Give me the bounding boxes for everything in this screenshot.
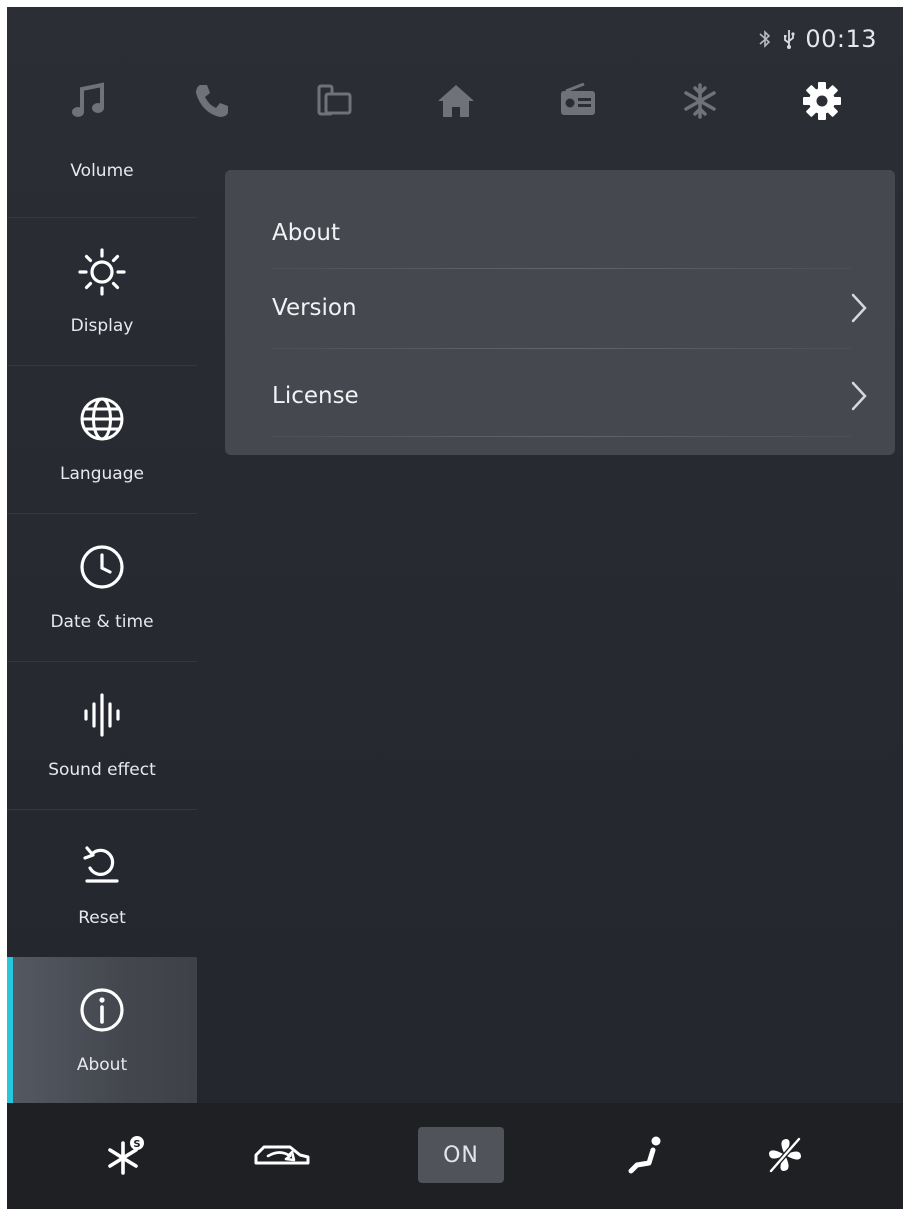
version-label: Version (272, 295, 357, 321)
sidebar-item-label: Volume (70, 161, 134, 181)
sound-wave-icon (84, 693, 120, 737)
settings-sidebar: Volume Display Language Date & time Soun… (7, 139, 197, 1103)
ac-button[interactable]: S (97, 1125, 157, 1185)
sidebar-item-about[interactable]: About (7, 957, 197, 1103)
nav-screen-mirror[interactable] (304, 71, 364, 131)
top-navigation (7, 71, 903, 131)
sidebar-item-label: Sound effect (48, 760, 156, 780)
gear-icon (803, 82, 841, 120)
svg-text:S: S (133, 1139, 140, 1150)
sidebar-item-sound-effect[interactable]: Sound effect (7, 662, 197, 808)
reset-icon (83, 846, 119, 883)
bluetooth-icon (759, 30, 771, 48)
seat-heat-icon (628, 1136, 661, 1174)
chevron-right-icon (851, 381, 867, 411)
chevron-right-icon (851, 293, 867, 323)
home-icon (438, 85, 474, 117)
license-label: License (272, 383, 359, 409)
radio-icon (561, 82, 595, 115)
sidebar-item-label: Reset (78, 908, 126, 928)
snowflake-icon (684, 83, 716, 119)
nav-radio[interactable] (548, 71, 608, 131)
climate-on-button[interactable]: ON (418, 1127, 504, 1183)
version-row[interactable]: Version (225, 268, 895, 348)
sidebar-item-label: Language (60, 464, 144, 484)
sidebar-item-label: Date & time (50, 612, 154, 632)
fan-off-icon (769, 1137, 801, 1173)
car-recirculation-icon (254, 1145, 310, 1165)
nav-music[interactable] (60, 71, 120, 131)
screen-mirror-icon (317, 84, 352, 116)
status-bar: 00:13 (757, 25, 877, 53)
nav-home[interactable] (426, 71, 486, 131)
sun-icon (78, 248, 126, 296)
divider (272, 436, 852, 437)
phone-icon (196, 85, 228, 117)
nav-phone[interactable] (182, 71, 242, 131)
seat-heat-button[interactable] (615, 1125, 675, 1185)
license-row[interactable]: License (225, 356, 895, 436)
sidebar-item-language[interactable]: Language (7, 366, 197, 512)
nav-settings[interactable] (792, 71, 852, 131)
music-note-icon (72, 82, 104, 117)
about-panel: About Version License (225, 170, 895, 455)
sidebar-item-date-time[interactable]: Date & time (7, 514, 197, 660)
clock-icon (80, 545, 124, 589)
sidebar-item-display[interactable]: Display (7, 218, 197, 364)
sidebar-item-label: About (76, 1055, 128, 1075)
usb-icon (784, 30, 795, 49)
globe-icon (80, 397, 124, 441)
ac-snowflake-icon: S (108, 1136, 144, 1175)
sidebar-item-volume[interactable]: Volume (7, 139, 197, 217)
page-title: About (272, 220, 341, 246)
nav-climate[interactable] (670, 71, 730, 131)
divider (272, 348, 852, 349)
fan-off-button[interactable] (755, 1125, 815, 1185)
info-icon (80, 988, 124, 1032)
sidebar-item-label: Display (70, 316, 134, 336)
sidebar-item-reset[interactable]: Reset (7, 810, 197, 956)
climate-bar: S ON (7, 1103, 903, 1209)
screen: 00:13 Volume Display Language Date & tim… (7, 7, 903, 1209)
status-time: 00:13 (805, 25, 877, 53)
recirculation-button[interactable] (247, 1125, 317, 1185)
